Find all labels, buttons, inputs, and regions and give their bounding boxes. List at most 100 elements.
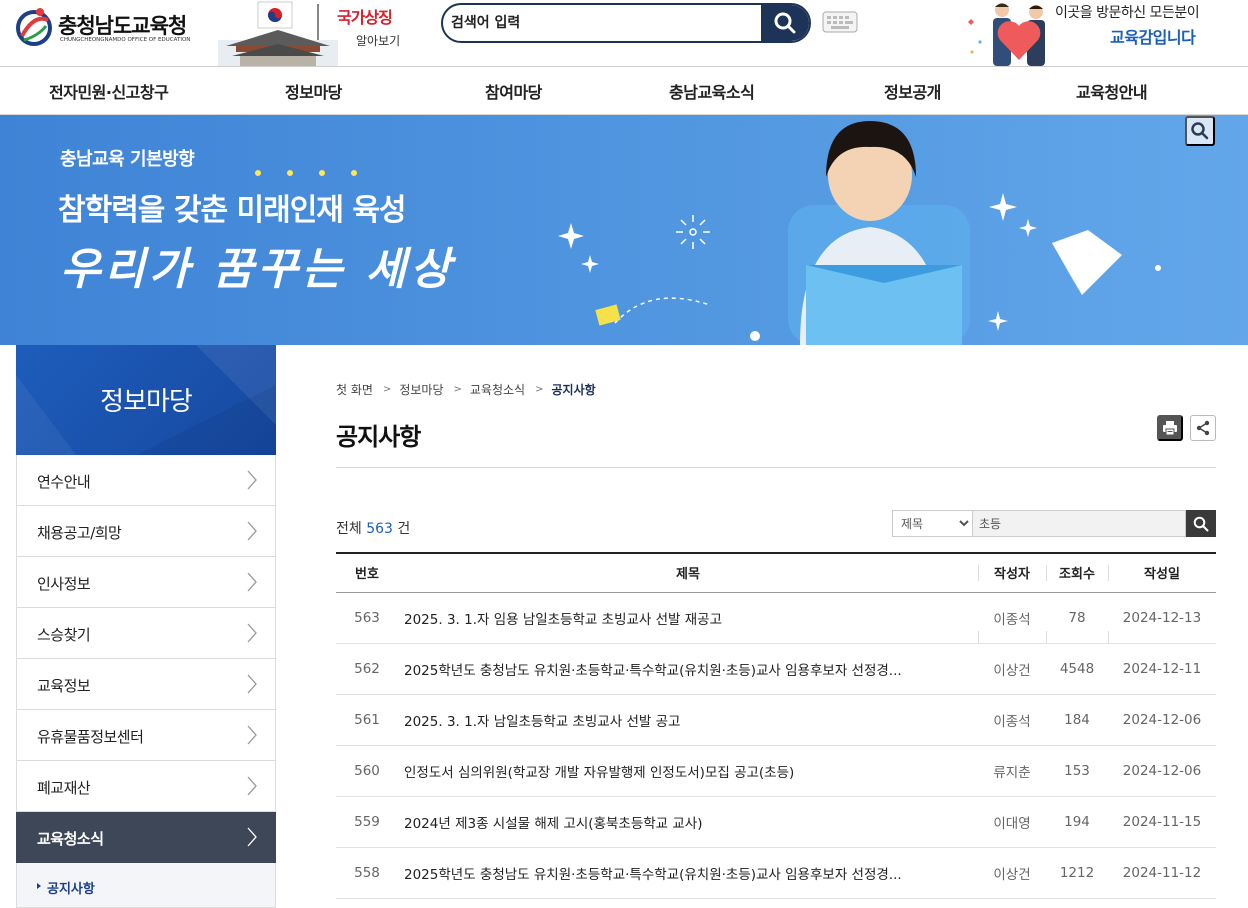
chevron-right-icon	[247, 572, 257, 592]
row-title: 인정도서 심의위원(학교장 개발 자유발행제 인정도서)모집 공고(초등)	[398, 745, 978, 797]
sidebar-item-label: 유휴물품정보센터	[37, 728, 144, 746]
gnb-item-participation[interactable]: 참여마당	[485, 79, 542, 103]
site-logo[interactable]: 충청남도교육청 CHUNGCHEONGNAMDO OFFICE OF EDUCA…	[14, 6, 204, 50]
site-search	[441, 3, 811, 43]
row-date: 2024-11-15	[1108, 796, 1216, 848]
table-row[interactable]: 562 2025학년도 충청남도 유치원·초등학교·특수학교(유치원·초등)교사…	[336, 643, 1216, 695]
row-number: 558	[336, 847, 398, 899]
search-field-select[interactable]: 제목	[892, 510, 973, 537]
post-link[interactable]: 인정도서 심의위원(학교장 개발 자유발행제 인정도서)모집 공고(초등)	[404, 765, 794, 781]
search-icon	[774, 12, 796, 34]
sidebar-item-label: 채용공고/희망	[37, 524, 122, 542]
row-number: 560	[336, 745, 398, 797]
row-views: 4548	[1046, 643, 1108, 695]
sidebar-item-find-teacher[interactable]: 스승찾기	[16, 608, 276, 659]
hero-banner: 충남교육 기본방향 참학력을 갖춘 미래인재 육성 우리가 꿈꾸는 세상	[0, 115, 1248, 345]
row-author: 이상건	[978, 847, 1046, 899]
row-author: 이대영	[978, 796, 1046, 848]
greeting-line2: 교육감입니다	[1110, 28, 1196, 47]
chevron-right-icon	[247, 623, 257, 643]
sidebar-item-idle-goods[interactable]: 유휴물품정보센터	[16, 710, 276, 761]
row-views: 78	[1046, 592, 1108, 644]
column-header-title: 제목	[398, 552, 978, 593]
chevron-right-icon	[247, 725, 257, 745]
breadcrumb-news[interactable]: 교육청소식	[470, 381, 525, 398]
column-header-views: 조회수	[1046, 552, 1108, 593]
chevron-right-icon	[247, 827, 257, 847]
post-link[interactable]: 2025학년도 충청남도 유치원·초등학교·특수학교(유치원·초등)교사 임용후…	[404, 867, 902, 883]
chevron-right-icon: >	[535, 384, 544, 395]
sidebar-item-label: 폐교재산	[37, 779, 91, 797]
search-icon	[1193, 516, 1209, 531]
row-date: 2024-12-13	[1108, 592, 1216, 644]
gnb-item-about[interactable]: 교육청안내	[1076, 79, 1148, 103]
post-link[interactable]: 2025학년도 충청남도 유치원·초등학교·특수학교(유치원·초등)교사 임용후…	[404, 663, 902, 679]
row-views: 1212	[1046, 847, 1108, 899]
total-search-button[interactable]	[1185, 116, 1215, 146]
breadcrumb-info[interactable]: 정보마당	[399, 381, 443, 398]
keyboard-icon[interactable]	[822, 11, 858, 33]
print-button[interactable]	[1157, 415, 1183, 441]
gnb-item-disclosure[interactable]: 정보공개	[884, 79, 941, 103]
search-input[interactable]	[451, 11, 751, 35]
gnb-item-news[interactable]: 충남교육소식	[669, 79, 755, 103]
total-count: 전체 563 건	[336, 518, 410, 538]
row-number: 559	[336, 796, 398, 848]
gnb-item-civil-petition[interactable]: 전자민원·신고창구	[49, 79, 169, 103]
logo-emblem-icon	[16, 8, 52, 46]
row-number: 563	[336, 592, 398, 644]
sidebar-item-closed-school[interactable]: 폐교재산	[16, 761, 276, 812]
table-row[interactable]: 558 2025학년도 충청남도 유치원·초등학교·특수학교(유치원·초등)교사…	[336, 847, 1216, 899]
board-search-input[interactable]	[973, 510, 1186, 537]
national-symbol-banner[interactable]: 국가상징 알아보기	[218, 0, 408, 66]
sidebar-item-recruitment[interactable]: 채용공고/희망	[16, 506, 276, 557]
row-author: 이상건	[978, 643, 1046, 695]
row-views: 184	[1046, 694, 1108, 746]
page-title: 공지사항	[336, 423, 421, 451]
row-number: 562	[336, 643, 398, 695]
logo-subtitle: CHUNGCHEONGNAMDO OFFICE OF EDUCATION	[60, 37, 191, 43]
palace-flag-icon	[218, 1, 338, 66]
title-divider	[336, 467, 1216, 468]
chevron-right-icon	[247, 776, 257, 796]
column-header-number: 번호	[336, 552, 398, 593]
sidebar-item-news[interactable]: 교육청소식	[16, 812, 276, 863]
board-search-button[interactable]	[1186, 510, 1216, 537]
breadcrumb: 첫 화면 > 정보마당 > 교육청소식 > 공지사항	[336, 381, 596, 398]
column-header-author: 작성자	[978, 552, 1046, 593]
post-link[interactable]: 2025. 3. 1.자 임용 남일초등학교 초빙교사 선발 재공고	[404, 612, 722, 628]
row-author: 이종석	[978, 694, 1046, 746]
hero-slogan: 우리가 꿈꾸는 세상	[60, 244, 455, 295]
sidebar-subitem-notice[interactable]: 공지사항	[16, 863, 276, 908]
breadcrumb-home[interactable]: 첫 화면	[336, 381, 373, 398]
sidebar-title: 정보마당	[100, 387, 193, 417]
post-link[interactable]: 2024년 제3종 시설물 해제 고시(홍북초등학교 교사)	[404, 816, 703, 832]
search-button[interactable]	[761, 5, 809, 41]
sidebar-item-education-info[interactable]: 교육정보	[16, 659, 276, 710]
total-number: 563	[366, 521, 393, 537]
people-heart-icon	[968, 3, 1045, 66]
share-button[interactable]	[1190, 415, 1216, 441]
table-row[interactable]: 559 2024년 제3종 시설물 해제 고시(홍북초등학교 교사) 이대영 1…	[336, 796, 1216, 848]
sidebar-item-training[interactable]: 연수안내	[16, 455, 276, 506]
row-number: 561	[336, 694, 398, 746]
sidebar-menu: 연수안내 채용공고/희망 인사정보 스승찾기 교육정보 유휴물품정보센터 폐교재…	[16, 455, 276, 908]
share-icon	[1196, 420, 1210, 436]
greeting-banner[interactable]: 이곳을 방문하신 모든분이 교육감입니다	[960, 0, 1220, 66]
gnb-item-info[interactable]: 정보마당	[285, 79, 342, 103]
table-row[interactable]: 561 2025. 3. 1.자 남일초등학교 초빙교사 선발 공고 이종석 1…	[336, 694, 1216, 746]
chevron-right-icon	[247, 674, 257, 694]
post-link[interactable]: 2025. 3. 1.자 남일초등학교 초빙교사 선발 공고	[404, 714, 680, 730]
row-title: 2025학년도 충청남도 유치원·초등학교·특수학교(유치원·초등)교사 임용후…	[398, 847, 978, 899]
row-views: 194	[1046, 796, 1108, 848]
chevron-right-icon: >	[453, 384, 462, 395]
row-title: 2025학년도 충청남도 유치원·초등학교·특수학교(유치원·초등)교사 임용후…	[398, 643, 978, 695]
row-date: 2024-12-11	[1108, 643, 1216, 695]
total-prefix: 전체	[336, 521, 362, 537]
hero-subtitle: 충남교육 기본방향	[60, 149, 195, 170]
sidebar-item-personnel[interactable]: 인사정보	[16, 557, 276, 608]
main-navigation: 전자민원·신고창구 정보마당 참여마당 충남교육소식 정보공개 교육청안내	[0, 66, 1248, 115]
chevron-right-icon: >	[382, 384, 392, 395]
table-row[interactable]: 560 인정도서 심의위원(학교장 개발 자유발행제 인정도서)모집 공고(초등…	[336, 745, 1216, 797]
table-row[interactable]: 563 2025. 3. 1.자 임용 남일초등학교 초빙교사 선발 재공고 이…	[336, 592, 1216, 644]
